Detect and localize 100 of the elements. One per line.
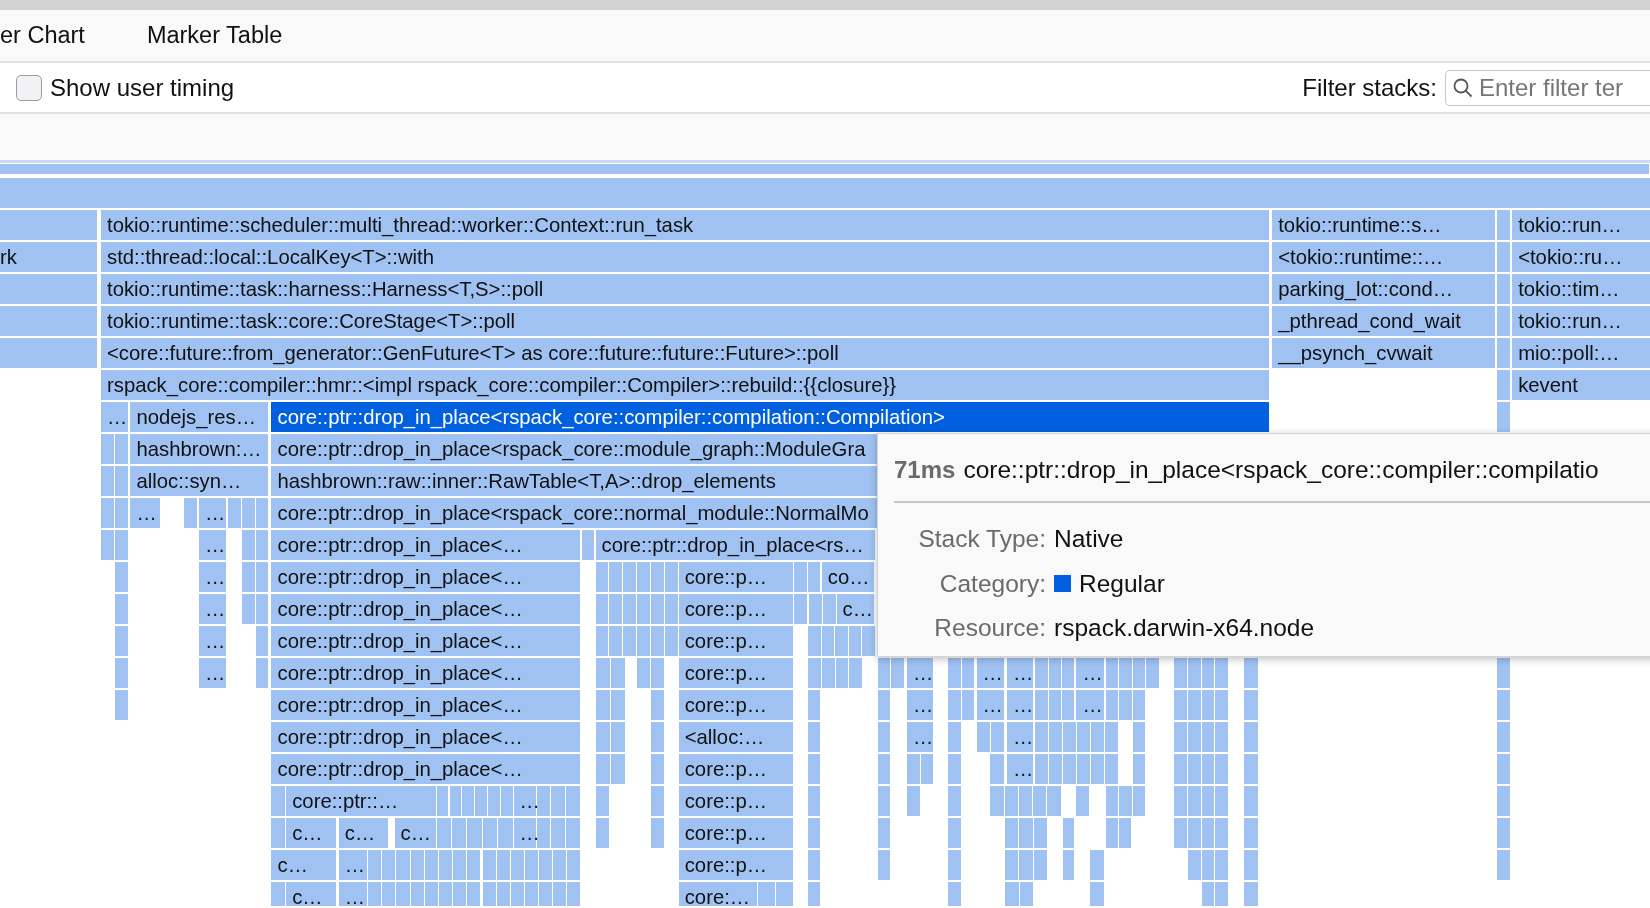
flame-frame[interactable]: … [198, 529, 228, 560]
flame-frame[interactable]: c… [338, 817, 390, 848]
checkbox[interactable] [16, 74, 42, 101]
flame-frame[interactable] [891, 657, 905, 688]
flame-frame[interactable] [1077, 721, 1091, 752]
flame-frame[interactable] [808, 881, 821, 906]
flame-frame[interactable] [637, 593, 651, 624]
flame-frame[interactable]: c… [271, 849, 337, 880]
flame-frame[interactable] [396, 849, 411, 880]
flame-frame[interactable] [595, 625, 610, 656]
flame-frame[interactable] [483, 849, 497, 880]
flame-frame[interactable] [1243, 689, 1259, 720]
flame-frame[interactable] [1497, 689, 1512, 720]
flame-frame[interactable]: … [513, 785, 537, 816]
flame-frame[interactable]: … [1076, 657, 1105, 688]
flame-frame[interactable] [1047, 785, 1062, 816]
tab[interactable]: Marker Table [146, 23, 283, 48]
flame-frame[interactable] [651, 721, 666, 752]
flame-frame[interactable] [1188, 817, 1202, 848]
flame-frame[interactable] [609, 625, 624, 656]
flame-frame[interactable]: hashbrown:… [130, 433, 270, 464]
flame-frame[interactable]: core::p… [678, 561, 795, 592]
flame-frame[interactable]: core::ptr::drop_in_place<… [271, 561, 581, 592]
flame-frame[interactable]: tokio::tim… [1512, 273, 1650, 304]
flame-frame[interactable] [948, 817, 962, 848]
flame-frame[interactable] [1497, 849, 1512, 880]
flame-frame[interactable]: __psynch_cvwait [1272, 337, 1497, 368]
flame-frame[interactable] [1062, 849, 1076, 880]
flame-frame[interactable]: … [976, 657, 1005, 688]
flame-frame[interactable] [1215, 753, 1230, 784]
flame-frame[interactable] [467, 817, 483, 848]
flame-frame[interactable] [1243, 785, 1259, 816]
flame-frame[interactable] [242, 593, 256, 624]
flame-frame[interactable] [948, 881, 962, 906]
flame-frame[interactable] [595, 817, 611, 848]
flame-frame[interactable] [1215, 785, 1230, 816]
flame-frame[interactable] [115, 529, 130, 560]
flame-frame[interactable]: tokio::run… [1512, 209, 1650, 240]
flame-frame[interactable]: c… [286, 817, 337, 848]
flame-frame[interactable] [976, 721, 991, 752]
flame-frame[interactable]: mio::poll:… [1512, 337, 1650, 368]
flame-frame[interactable] [1174, 657, 1189, 688]
flame-frame[interactable] [242, 497, 256, 528]
flame-frame[interactable] [114, 593, 130, 624]
flame-frame[interactable]: core::ptr::drop_in_place<… [271, 689, 581, 720]
flame-frame[interactable] [1019, 849, 1034, 880]
flame-frame[interactable]: … [130, 497, 161, 528]
flame-frame[interactable] [101, 465, 116, 496]
flame-frame[interactable] [1215, 817, 1230, 848]
flame-frame[interactable] [1063, 753, 1077, 784]
flame-frame[interactable]: … [1007, 753, 1035, 784]
flame-frame[interactable] [808, 657, 822, 688]
flame-frame[interactable]: core::p… [678, 625, 795, 656]
flame-frame[interactable] [101, 433, 116, 464]
flame-frame[interactable]: parking_lot::cond… [1272, 273, 1497, 304]
flame-frame[interactable] [595, 561, 610, 592]
flame-frame[interactable] [1119, 817, 1133, 848]
flame-frame[interactable]: … [198, 593, 228, 624]
flame-frame[interactable] [623, 625, 638, 656]
flame-frame[interactable] [1497, 209, 1512, 240]
flame-frame[interactable] [1243, 721, 1259, 752]
flame-frame[interactable] [1133, 721, 1146, 752]
flame-frame[interactable] [0, 337, 98, 368]
flame-frame[interactable]: core::p… [678, 753, 795, 784]
flame-frame[interactable] [637, 625, 651, 656]
flame-frame[interactable] [115, 465, 130, 496]
flame-frame[interactable] [1243, 849, 1259, 880]
flame-frame[interactable] [255, 625, 270, 656]
flame-frame[interactable] [1119, 785, 1133, 816]
flame-frame[interactable]: _pthread_cond_wait [1272, 305, 1497, 336]
flame-frame[interactable] [1174, 753, 1189, 784]
flame-frame[interactable] [1105, 785, 1120, 816]
flame-frame[interactable] [1033, 785, 1048, 816]
flame-frame[interactable] [808, 689, 821, 720]
flame-frame[interactable] [1174, 689, 1189, 720]
flame-frame[interactable]: … [1007, 721, 1035, 752]
flame-frame[interactable] [101, 529, 116, 560]
flame-frame[interactable] [948, 689, 962, 720]
flame-frame[interactable] [242, 529, 256, 560]
flame-frame[interactable]: core::p… [678, 657, 795, 688]
flame-frame[interactable] [808, 593, 823, 624]
flame-frame[interactable]: core::ptr::drop_in_place<… [271, 753, 581, 784]
flame-frame[interactable] [114, 625, 130, 656]
flame-frame[interactable] [551, 817, 567, 848]
flame-frame[interactable] [637, 561, 651, 592]
flame-frame[interactable]: … [198, 561, 228, 592]
flame-frame[interactable] [114, 561, 130, 592]
flame-frame[interactable] [1004, 817, 1020, 848]
flame-frame[interactable] [566, 817, 581, 848]
flame-frame[interactable] [609, 561, 624, 592]
flame-frame[interactable] [1105, 817, 1120, 848]
flame-frame[interactable] [1188, 785, 1202, 816]
flame-frame[interactable]: core::ptr::drop_in_place<… [271, 625, 581, 656]
flame-frame[interactable] [1497, 657, 1512, 688]
flame-frame[interactable] [877, 657, 892, 688]
flame-frame[interactable] [651, 817, 666, 848]
flame-frame[interactable] [101, 497, 116, 528]
flame-frame[interactable] [877, 689, 892, 720]
flame-frame[interactable]: core::ptr::drop_in_place<rs… [595, 529, 876, 560]
flame-frame[interactable] [1188, 689, 1202, 720]
